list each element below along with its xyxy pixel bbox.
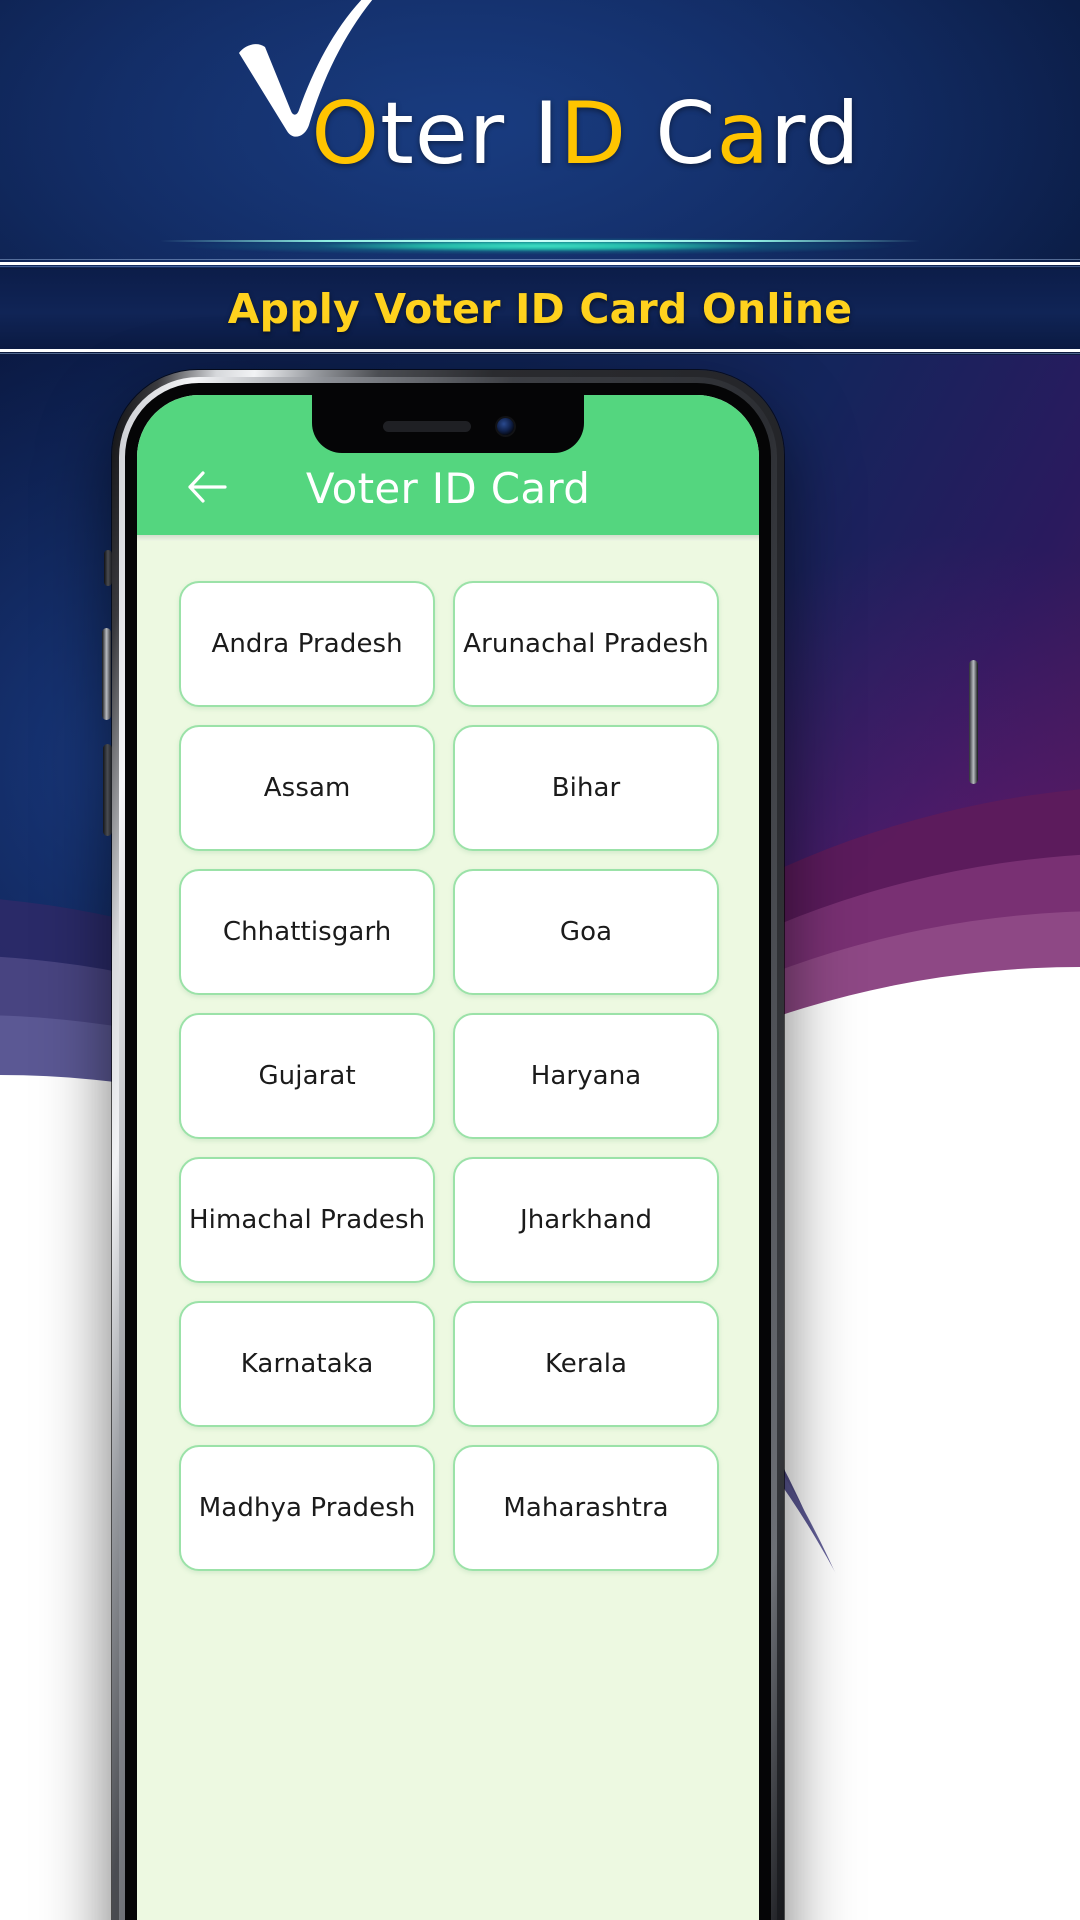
state-card-himachal-pradesh[interactable]: Himachal Pradesh — [179, 1157, 436, 1283]
state-label: Arunachal Pradesh — [463, 629, 709, 659]
power-button[interactable] — [969, 660, 978, 784]
state-label: Maharashtra — [503, 1493, 669, 1523]
logo-letter-i: I — [505, 84, 560, 184]
state-card-chhattisgarh[interactable]: Chhattisgarh — [179, 869, 436, 995]
state-card-kerala[interactable]: Kerala — [453, 1301, 719, 1427]
state-label: Haryana — [530, 1061, 642, 1091]
state-label: Assam — [263, 773, 351, 803]
state-card-madhya-pradesh[interactable]: Madhya Pradesh — [179, 1445, 436, 1571]
state-label: Andra Pradesh — [211, 629, 403, 659]
logo-letter-c: C — [627, 84, 717, 184]
state-card-maharashtra[interactable]: Maharashtra — [453, 1445, 719, 1571]
state-label: Gujarat — [258, 1061, 356, 1091]
state-label: Chhattisgarh — [222, 917, 392, 947]
state-card-arunachal-pradesh[interactable]: Arunachal Pradesh — [453, 581, 719, 707]
app-bar-shadow — [137, 535, 759, 541]
state-card-haryana[interactable]: Haryana — [453, 1013, 719, 1139]
phone-screen: Voter ID Card Andra Pradesh Arunachal Pr… — [137, 395, 759, 1920]
phone-notch — [312, 395, 584, 453]
promo-screenshot: Oter ID Card Apply Voter ID Card Online — [0, 0, 1080, 1920]
brand-logo: Oter ID Card — [0, 0, 1080, 268]
state-card-assam[interactable]: Assam — [179, 725, 436, 851]
promo-subtitle-band: Apply Voter ID Card Online — [0, 269, 1080, 349]
brand-logo-text: Oter ID Card — [237, 91, 860, 177]
state-card-bihar[interactable]: Bihar — [453, 725, 719, 851]
promo-subtitle: Apply Voter ID Card Online — [227, 285, 853, 333]
state-label: Goa — [559, 917, 613, 947]
state-card-jharkhand[interactable]: Jharkhand — [453, 1157, 719, 1283]
front-camera-icon — [496, 417, 514, 435]
promo-header-band: Oter ID Card — [0, 0, 1080, 268]
state-label: Himachal Pradesh — [189, 1205, 426, 1235]
state-card-goa[interactable]: Goa — [453, 869, 719, 995]
state-card-karnataka[interactable]: Karnataka — [179, 1301, 436, 1427]
silent-switch-button[interactable] — [104, 550, 112, 586]
logo-letter-d: D — [559, 84, 628, 184]
logo-letters-ter: ter — [380, 84, 506, 184]
volume-up-button[interactable] — [102, 628, 111, 720]
state-label: Jharkhand — [519, 1205, 653, 1235]
logo-underline — [160, 240, 920, 242]
logo-letter-a: a — [716, 84, 771, 184]
back-arrow-icon — [188, 471, 227, 503]
volume-down-button[interactable] — [103, 744, 112, 836]
header-divider — [0, 259, 1080, 269]
back-button[interactable] — [181, 461, 233, 513]
logo-letters-rd: rd — [770, 84, 861, 184]
state-card-andra-pradesh[interactable]: Andra Pradesh — [179, 581, 436, 707]
state-grid: Andra Pradesh Arunachal Pradesh Assam Bi… — [179, 581, 719, 1571]
app-content: Andra Pradesh Arunachal Pradesh Assam Bi… — [137, 541, 759, 1920]
logo-letter-o: O — [311, 84, 381, 184]
phone-mockup: Voter ID Card Andra Pradesh Arunachal Pr… — [112, 370, 784, 1920]
state-label: Madhya Pradesh — [198, 1493, 416, 1523]
state-card-gujarat[interactable]: Gujarat — [179, 1013, 436, 1139]
state-label: Bihar — [551, 773, 621, 803]
state-label: Karnataka — [240, 1349, 374, 1379]
speaker-grille-icon — [382, 420, 471, 432]
state-label: Kerala — [544, 1349, 628, 1379]
